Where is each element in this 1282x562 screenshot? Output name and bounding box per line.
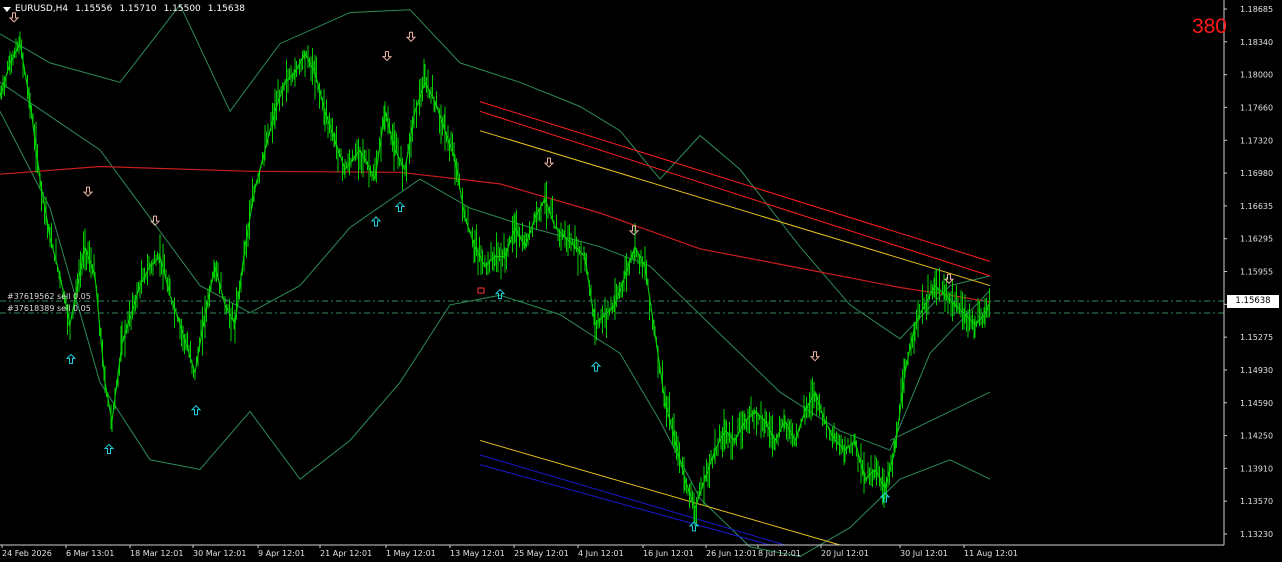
sell-arrow-icon: [628, 225, 640, 236]
time-tick-label: 13 May 12:01: [450, 549, 505, 558]
price-tick-label: 1.18340: [1240, 38, 1273, 47]
time-tick-label: 8 Jul 12:01: [758, 549, 801, 558]
symbol-label: EURUSD,H4: [15, 4, 69, 14]
channel-line-4: [479, 439, 841, 546]
buy-arrow-icon: [590, 361, 602, 372]
sell-arrow-icon: [381, 51, 393, 62]
channel-line-2: [479, 110, 991, 277]
overlay-counter: 380: [1191, 15, 1227, 38]
buy-arrow-icon: [394, 201, 406, 212]
buy-arrow-icon: [370, 216, 382, 227]
chart-header: EURUSD,H4 1.15556 1.15710 1.15500 1.1563…: [3, 2, 245, 16]
price-tick-label: 1.14590: [1240, 399, 1273, 408]
price-tick-label: 1.13570: [1240, 497, 1273, 506]
high-value: 1.15710: [119, 4, 157, 14]
price-tick-label: 1.16980: [1240, 169, 1273, 178]
time-tick-label: 9 Apr 12:01: [258, 549, 305, 558]
time-tick-label: 20 Jul 12:01: [821, 549, 869, 558]
time-tick-label: 16 Jun 12:01: [643, 549, 694, 558]
chevron-down-icon[interactable]: [3, 6, 11, 12]
price-tick-label: 1.14930: [1240, 366, 1273, 375]
price-tick-label: 1.13230: [1240, 530, 1273, 539]
order-label-1[interactable]: #37619562 sell 0.05: [7, 292, 91, 302]
current-price-tag: 1.15638: [1227, 295, 1279, 308]
band-upper: [0, 3, 991, 340]
sell-arrow-icon: [543, 157, 555, 168]
price-tick-label: 1.17320: [1240, 136, 1273, 145]
price-tick-label: 1.16295: [1240, 235, 1273, 244]
time-tick-label: 1 May 12:01: [386, 549, 436, 558]
price-chart[interactable]: 1.18685 1.18340 1.18000 1.17660 1.17320 1.169…: [0, 0, 1282, 562]
sell-arrow-icon: [405, 31, 417, 42]
axes: 1.18685 1.18340 1.18000 1.17660 1.17320 1.169…: [0, 0, 1273, 558]
price-tick-label: 1.14250: [1240, 432, 1273, 441]
time-tick-label: 30 Jul 12:01: [900, 549, 948, 558]
order-label-2[interactable]: #37618389 sell 0.05: [7, 304, 91, 314]
price-tick-label: 1.18000: [1240, 71, 1273, 80]
ma-line: [0, 165, 991, 303]
time-tick-label: 25 May 12:01: [514, 549, 569, 558]
time-tick-label: 30 Mar 12:01: [193, 549, 246, 558]
time-tick-label: 4 Jun 12:01: [578, 549, 624, 558]
buy-arrow-icon: [190, 405, 202, 416]
price-tick-label: 1.15275: [1240, 333, 1273, 342]
price-series: [0, 31, 991, 527]
low-value: 1.15500: [163, 4, 201, 14]
price-tick-label: 1.18685: [1240, 5, 1273, 14]
channel-line-7: [889, 391, 991, 441]
time-tick-label: 18 Mar 12:01: [130, 549, 183, 558]
buy-arrow-icon: [103, 443, 115, 454]
price-tick-label: 1.13910: [1240, 464, 1273, 473]
chart-window[interactable]: 1.18685 1.18340 1.18000 1.17660 1.17320 1.169…: [0, 0, 1282, 562]
channel-line-3: [479, 130, 991, 287]
price-tick-label: 1.17660: [1240, 103, 1273, 112]
buy-arrow-icon: [65, 353, 77, 364]
price-tick-label: 1.16635: [1240, 202, 1273, 211]
buy-arrow-icon: [494, 288, 506, 300]
time-tick-label: 11 Aug 12:01: [964, 549, 1018, 558]
price-tick-label: 1.15955: [1240, 268, 1273, 277]
moving-average: [0, 165, 991, 303]
time-tick-label: 21 Apr 12:01: [320, 549, 372, 558]
channel-line-1: [479, 101, 991, 262]
close-value: 1.15638: [207, 4, 245, 14]
order-marker: [477, 287, 485, 294]
time-tick-label: 26 Jun 12:01: [706, 549, 757, 558]
open-value: 1.15556: [75, 4, 113, 14]
bollinger-bands: [0, 3, 991, 558]
sell-arrow-icon: [809, 351, 821, 362]
band-lower: [0, 111, 991, 558]
channel-line-6: [479, 464, 771, 546]
time-tick-label: 24 Feb 2026: [2, 549, 52, 558]
channel-line-5: [479, 454, 786, 546]
sell-arrow-icon: [82, 186, 94, 197]
time-tick-label: 6 Mar 13:01: [66, 549, 114, 558]
